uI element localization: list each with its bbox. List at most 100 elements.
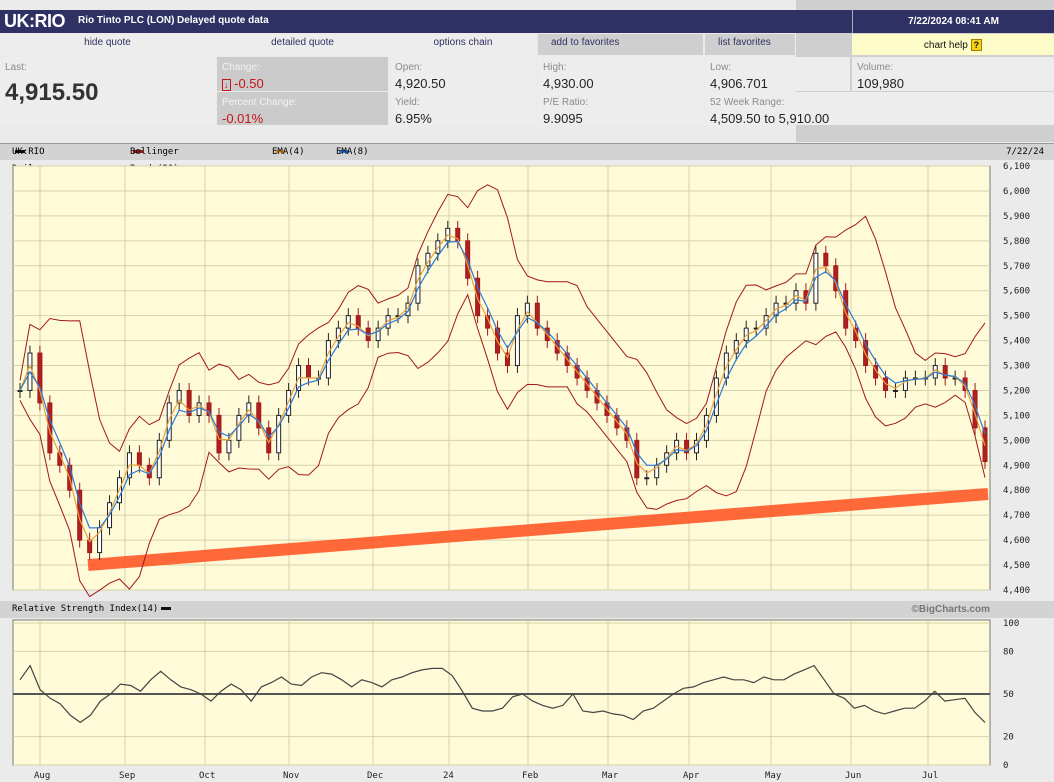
yield-label: Yield: [395, 97, 536, 108]
candle-body [257, 403, 261, 428]
candle-body [913, 378, 917, 379]
x-tick-label: Nov [283, 771, 299, 781]
candle-body [784, 303, 788, 304]
candle-body [117, 478, 121, 503]
candle-body [316, 378, 320, 379]
candle-body [854, 328, 858, 340]
candle-body [287, 390, 291, 415]
add-to-favorites-link[interactable]: add to favorites [538, 34, 703, 55]
y-tick-label: 5,600 [1003, 287, 1030, 297]
chart-legend: UK:RIO Daily Bollinger Bands(20) EMA(4) … [0, 143, 1054, 160]
candle-body [406, 303, 410, 315]
y-tick-label: 5,700 [1003, 262, 1030, 272]
candle-body [476, 278, 480, 315]
candle-body [356, 316, 360, 328]
change-cell: Change:↓ -0.50 [217, 57, 388, 91]
pe-value: 9.9095 [543, 111, 703, 126]
candle-body [615, 415, 619, 427]
candle-body [366, 328, 370, 340]
range52-label: 52 Week Range: [710, 97, 1054, 108]
y-tick-label: 4,400 [1003, 586, 1030, 596]
list-favorites-link[interactable]: list favorites [705, 34, 795, 55]
candle-body [864, 341, 868, 366]
open-cell: Open:4,920.50 [390, 57, 536, 91]
x-tick-label: Sep [119, 771, 135, 781]
ema4-line [20, 235, 985, 542]
quote-datetime: 7/22/2024 08:41 AM [852, 10, 1054, 33]
low-label: Low: [710, 62, 850, 73]
x-tick-label: Oct [199, 771, 215, 781]
candle-body [555, 341, 559, 353]
price-plot-area [13, 166, 990, 590]
candle-body [933, 366, 937, 378]
y-tick-label: 5,100 [1003, 411, 1030, 421]
candle-body [943, 366, 947, 378]
candle-body [456, 228, 460, 240]
candle-body [645, 478, 649, 479]
detailed-quote-link[interactable]: detailed quote [217, 34, 388, 55]
candle-body [386, 316, 390, 328]
hide-quote-link[interactable]: hide quote [0, 34, 215, 55]
y-tick-label: 6,000 [1003, 187, 1030, 197]
pe-label: P/E Ratio: [543, 97, 703, 108]
symbol: UK:RIO [4, 11, 65, 32]
candle-body [655, 465, 659, 477]
candle-body [98, 528, 102, 553]
candle-body [625, 428, 629, 440]
chart-help-button[interactable]: chart help ? [852, 34, 1054, 55]
rsi-tick-label: 50 [1003, 690, 1014, 700]
candle-body [247, 403, 251, 415]
candle-body [28, 353, 32, 390]
volume-cell: Volume:109,980 [852, 57, 1054, 91]
legend-bb-label: Bollinger Bands(20) [130, 144, 179, 178]
candle-body [505, 353, 509, 365]
pct-change-label: Percent Change: [222, 97, 388, 108]
candle-body [307, 366, 311, 378]
bigcharts-credit: ©BigCharts.com [912, 601, 991, 618]
candle-body [794, 291, 798, 303]
candle-body [665, 453, 669, 465]
y-tick-label: 5,500 [1003, 312, 1030, 322]
legend-main-label: UK:RIO Daily [12, 144, 45, 178]
delay-note: Delayed quote data [177, 15, 269, 26]
candle-body [704, 415, 708, 440]
y-tick-label: 5,000 [1003, 436, 1030, 446]
company-name: Rio Tinto PLC (LON) [78, 15, 174, 26]
candle-body [38, 353, 42, 403]
y-tick-label: 4,900 [1003, 461, 1030, 471]
candle-body [675, 440, 679, 452]
y-tick-label: 4,700 [1003, 511, 1030, 521]
candle-body [68, 465, 72, 490]
rsi-plot-area [13, 620, 990, 765]
candle-body [18, 390, 22, 391]
options-chain-link[interactable]: options chain [390, 34, 536, 55]
y-tick-label: 4,800 [1003, 486, 1030, 496]
rsi-line [20, 666, 985, 723]
candle-body [187, 390, 191, 415]
candle-body [127, 453, 131, 478]
candle-body [515, 316, 519, 366]
candle-body [585, 378, 589, 390]
candle-body [78, 490, 82, 540]
candle-body [157, 440, 161, 477]
volume-value: 109,980 [857, 76, 1054, 91]
y-tick-label: 6,100 [1003, 162, 1030, 172]
candle-body [267, 428, 271, 453]
y-tick-label: 4,600 [1003, 536, 1030, 546]
candle-body [426, 253, 430, 265]
candle-body [595, 390, 599, 402]
x-tick-label: Aug [34, 771, 50, 781]
candle-body [764, 316, 768, 328]
candle-body [734, 341, 738, 353]
candle-body [635, 440, 639, 477]
high-cell: High:4,930.00 [538, 57, 703, 91]
candle-body [108, 503, 112, 528]
rsi-legend: Relative Strength Index(14) ©BigCharts.c… [0, 601, 1054, 618]
candle-body [824, 253, 828, 265]
legend-ema4-label: EMA(4) [272, 144, 305, 161]
open-label: Open: [395, 62, 536, 73]
candle-body [416, 266, 420, 303]
candle-body [973, 390, 977, 427]
candle-body [376, 328, 380, 340]
x-tick-label: 24 [443, 771, 454, 781]
